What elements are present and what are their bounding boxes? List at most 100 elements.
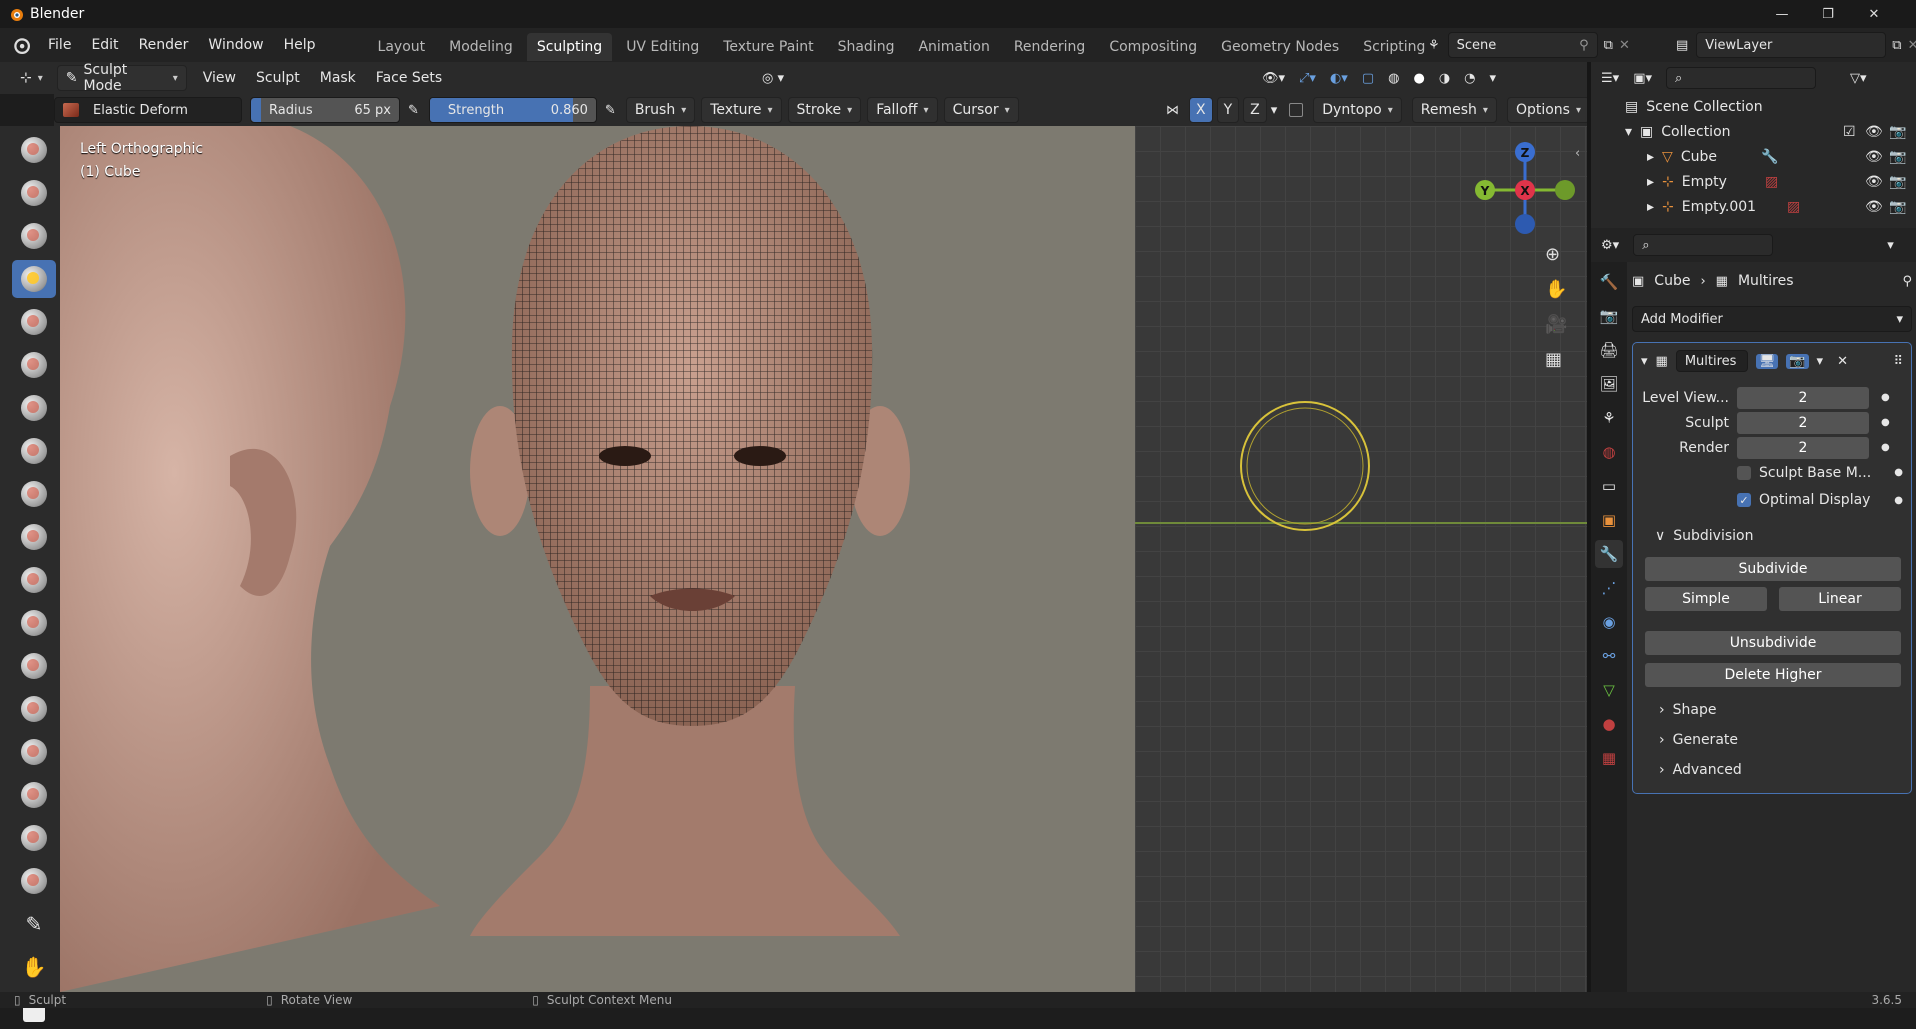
tab-scripting[interactable]: Scripting: [1353, 33, 1435, 61]
menu-sculpt[interactable]: Sculpt: [246, 70, 310, 86]
tool-inflate[interactable]: [12, 432, 56, 470]
render-tab-icon[interactable]: 📷: [1595, 302, 1623, 330]
show-render-icon[interactable]: 📷: [1786, 353, 1809, 369]
tab-sculpting[interactable]: Sculpting: [526, 32, 613, 61]
tab-shading[interactable]: Shading: [828, 33, 905, 61]
pin-icon[interactable]: ⚲: [1579, 38, 1589, 53]
tool-annotate[interactable]: ✎: [12, 905, 56, 943]
symmetry-options-icon[interactable]: ▾: [1271, 103, 1278, 118]
tool-layer[interactable]: [12, 389, 56, 427]
tool-scrape[interactable]: [12, 690, 56, 728]
tool-fill[interactable]: [12, 647, 56, 685]
maximize-button[interactable]: ❐: [1806, 0, 1850, 28]
menu-render[interactable]: Render: [129, 28, 199, 62]
drag-handle-icon[interactable]: ⠿: [1893, 354, 1903, 369]
tool-grab[interactable]: [12, 776, 56, 814]
mode-selector[interactable]: ✎ Sculpt Mode ▾: [56, 62, 187, 94]
brush-selector[interactable]: Elastic Deform: [54, 97, 242, 123]
tool-elastic-deform[interactable]: [12, 260, 56, 298]
camera-icon[interactable]: 📷: [1889, 124, 1906, 140]
collection-tab-icon[interactable]: ▭: [1595, 472, 1623, 500]
camera-view-icon[interactable]: 🎥: [1545, 314, 1567, 335]
options-dropdown[interactable]: Options ▾: [1506, 97, 1590, 123]
texture-tab-icon[interactable]: ▦: [1595, 744, 1623, 772]
options-icon[interactable]: ▾: [1887, 238, 1894, 253]
pan-hand-icon[interactable]: ✋: [1545, 279, 1567, 300]
tab-animation[interactable]: Animation: [908, 33, 999, 61]
expand-icon[interactable]: ▸: [1647, 149, 1654, 165]
add-modifier-dropdown[interactable]: Add Modifier ▾: [1632, 306, 1912, 332]
texture-dropdown[interactable]: Texture ▾: [701, 97, 782, 123]
show-viewport-icon[interactable]: 🖥: [1755, 353, 1779, 369]
camera-icon[interactable]: 📷: [1889, 199, 1906, 215]
tool-clay[interactable]: [12, 217, 56, 255]
collection-checkbox[interactable]: ☑: [1843, 124, 1856, 140]
display-mode-icon[interactable]: ▣▾: [1633, 71, 1652, 86]
xray-icon[interactable]: ▢: [1362, 71, 1374, 86]
shading-rendered-icon[interactable]: ◔: [1464, 71, 1475, 86]
unsubdivide-button[interactable]: Unsubdivide: [1645, 631, 1901, 655]
falloff-dropdown[interactable]: Falloff ▾: [867, 97, 938, 123]
remesh-dropdown[interactable]: Remesh ▾: [1411, 97, 1497, 123]
overlay-toggle-icon[interactable]: ◐▾: [1330, 71, 1348, 86]
particles-tab-icon[interactable]: ⋰: [1595, 574, 1623, 602]
dyntopo-checkbox[interactable]: [1289, 103, 1304, 117]
tool-smooth[interactable]: [12, 561, 56, 599]
tool-draw[interactable]: [12, 131, 56, 169]
outliner-search-input[interactable]: ⌕: [1666, 67, 1816, 89]
new-viewlayer-icon[interactable]: ⧉: [1892, 38, 1901, 53]
expand-icon[interactable]: ▸: [1647, 199, 1654, 215]
tool-snake-hook[interactable]: [12, 819, 56, 857]
stroke-dropdown[interactable]: Stroke ▾: [787, 97, 862, 123]
shading-options-icon[interactable]: ▾: [1490, 71, 1497, 86]
radius-pressure-icon[interactable]: ✎: [408, 103, 419, 118]
subdivision-section-header[interactable]: ∨ Subdivision: [1641, 521, 1903, 551]
tool-transform[interactable]: ✋: [12, 948, 56, 986]
constraints-tab-icon[interactable]: ⚯: [1595, 642, 1623, 670]
modifier-name-input[interactable]: Multires: [1675, 350, 1748, 372]
output-tab-icon[interactable]: 🖨: [1595, 336, 1623, 364]
3d-viewport[interactable]: [60, 126, 1135, 992]
tool-pinch[interactable]: [12, 733, 56, 771]
menu-help[interactable]: Help: [274, 28, 326, 62]
menu-mask[interactable]: Mask: [310, 70, 366, 86]
sculpt-base-mesh-checkbox[interactable]: [1737, 465, 1751, 480]
menu-view[interactable]: View: [193, 70, 246, 86]
scene-selector[interactable]: Scene ⚲: [1447, 32, 1598, 58]
sidebar-toggle-icon[interactable]: ‹: [1575, 146, 1580, 161]
tool-mask[interactable]: [12, 862, 56, 900]
tool-draw-sharp[interactable]: [12, 174, 56, 212]
simple-button[interactable]: Simple: [1645, 587, 1767, 611]
outliner-editor-icon[interactable]: ☰▾: [1601, 71, 1619, 86]
collapse-icon[interactable]: ▾: [1641, 354, 1648, 369]
collapse-icon[interactable]: ▾: [1625, 124, 1632, 140]
sculpt-level-field[interactable]: 2: [1737, 411, 1869, 434]
symmetry-y-toggle[interactable]: Y: [1216, 97, 1240, 123]
tool-tab-icon[interactable]: 🔨: [1595, 268, 1623, 296]
tab-geometry-nodes[interactable]: Geometry Nodes: [1211, 33, 1349, 61]
data-tab-icon[interactable]: ▽: [1595, 676, 1623, 704]
brush-dropdown[interactable]: Brush ▾: [625, 97, 696, 123]
symmetry-icon[interactable]: ⋈: [1166, 103, 1179, 118]
tool-clay-strips[interactable]: [12, 303, 56, 341]
properties-search-input[interactable]: ⌕: [1633, 234, 1774, 256]
properties-editor-icon[interactable]: ⚙▾: [1601, 238, 1619, 253]
symmetry-x-toggle[interactable]: X: [1189, 97, 1213, 123]
tab-layout[interactable]: Layout: [368, 33, 436, 61]
world-tab-icon[interactable]: ◍: [1595, 438, 1623, 466]
outliner-item-cube[interactable]: ▸ ▽ Cube 🔧 👁 📷: [1591, 144, 1916, 169]
modifier-tab-icon[interactable]: 🔧: [1595, 540, 1623, 568]
delete-viewlayer-icon[interactable]: ✕: [1908, 38, 1916, 53]
delete-scene-icon[interactable]: ✕: [1619, 38, 1630, 53]
shading-solid-icon[interactable]: ●: [1413, 71, 1424, 86]
tool-clay-thumb[interactable]: [12, 346, 56, 384]
eye-icon[interactable]: 👁: [1865, 149, 1883, 165]
subdivide-button[interactable]: Subdivide: [1645, 557, 1901, 581]
viewlayer-selector[interactable]: ViewLayer: [1696, 32, 1887, 58]
strength-slider[interactable]: Strength 0.860: [428, 97, 597, 123]
eye-icon[interactable]: 👁: [1865, 199, 1883, 215]
physics-tab-icon[interactable]: ◉: [1595, 608, 1623, 636]
visibility-icon[interactable]: 👁▾: [1262, 71, 1285, 86]
outliner-item-empty-001[interactable]: ▸ ⊹ Empty.001 ▨ 👁 📷: [1591, 194, 1916, 219]
linear-button[interactable]: Linear: [1779, 587, 1901, 611]
